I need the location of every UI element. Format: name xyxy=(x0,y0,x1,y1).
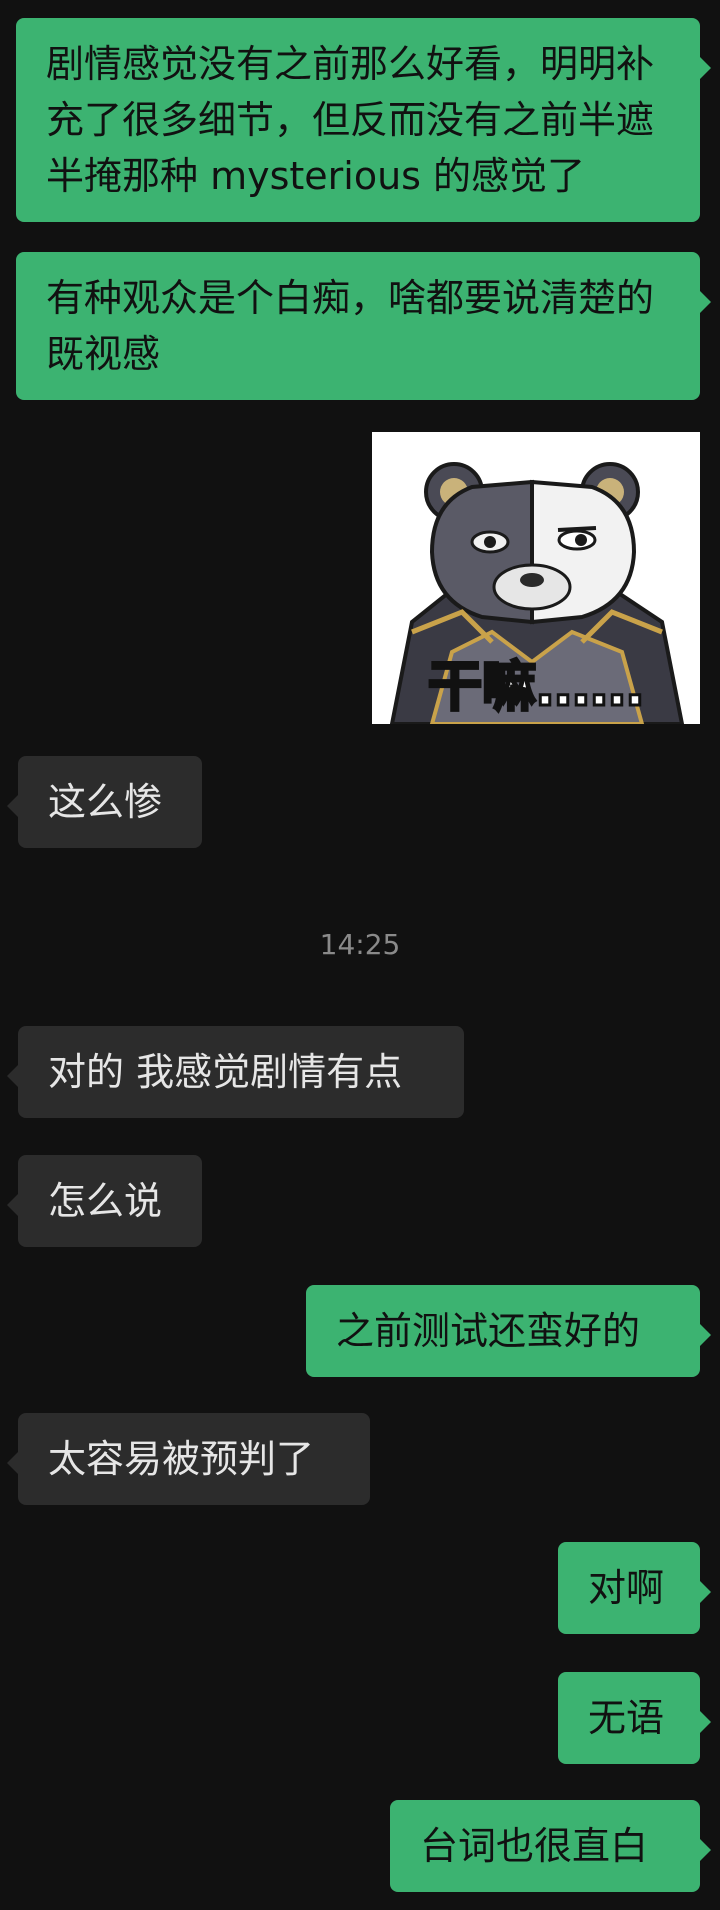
message-text: 剧情感觉没有之前那么好看，明明补充了很多细节，但反而没有之前半遮半掩那种 mys… xyxy=(46,42,655,198)
message-text: 对啊 xyxy=(588,1566,665,1610)
message-bubble-outgoing[interactable]: 对啊 xyxy=(558,1542,711,1634)
message-bubble-incoming[interactable]: 这么惨 xyxy=(7,756,202,848)
message-text: 之前测试还蛮好的 xyxy=(336,1309,641,1353)
message-bubble-outgoing[interactable]: 剧情感觉没有之前那么好看，明明补充了很多细节，但反而没有之前半遮半掩那种 mys… xyxy=(16,18,711,222)
message-bubble-incoming[interactable]: 太容易被预判了 xyxy=(7,1413,370,1505)
message-text: 无语 xyxy=(588,1696,665,1740)
message-bubble-outgoing[interactable]: 台词也很直白 xyxy=(390,1800,711,1892)
message-text: 怎么说 xyxy=(48,1179,163,1223)
message-bubble-outgoing[interactable]: 无语 xyxy=(558,1672,711,1764)
message-bubble-outgoing[interactable]: 之前测试还蛮好的 xyxy=(306,1285,711,1377)
message-text: 对的 我感觉剧情有点 xyxy=(48,1050,403,1094)
message-bubble-incoming[interactable]: 怎么说 xyxy=(7,1155,202,1247)
message-text: 太容易被预判了 xyxy=(48,1437,315,1481)
message-text: 台词也很直白 xyxy=(420,1824,649,1868)
sticker-caption: 干嘛…… xyxy=(427,654,646,720)
message-bubble-incoming[interactable]: 对的 我感觉剧情有点 xyxy=(7,1026,464,1118)
timestamp: 14:25 xyxy=(319,928,401,961)
sticker-image[interactable]: 干嘛…… xyxy=(372,432,700,724)
message-text: 这么惨 xyxy=(48,780,163,824)
message-text: 有种观众是个白痴，啥都要说清楚的既视感 xyxy=(46,276,655,376)
message-bubble-outgoing[interactable]: 有种观众是个白痴，啥都要说清楚的既视感 xyxy=(16,252,711,400)
